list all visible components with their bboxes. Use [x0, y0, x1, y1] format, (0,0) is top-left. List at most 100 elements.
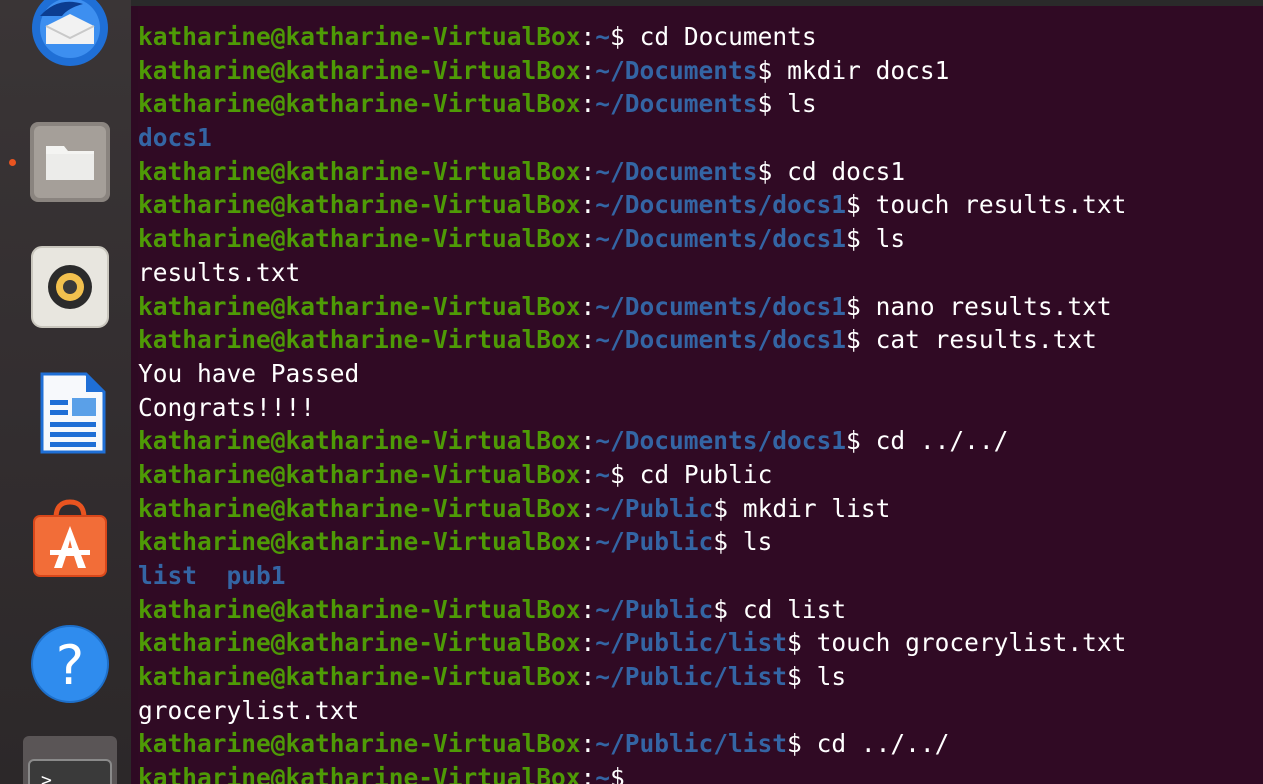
- terminal-output: katharine@katharine-VirtualBox:~$ cd Doc…: [138, 20, 1263, 784]
- prompt-path: ~: [595, 763, 611, 784]
- terminal-line: katharine@katharine-VirtualBox:~/Documen…: [138, 424, 1263, 458]
- prompt-colon: :: [580, 493, 596, 523]
- prompt-user: katharine@katharine-VirtualBox: [138, 55, 581, 85]
- command-text: ls: [875, 224, 906, 254]
- prompt-path: ~: [595, 459, 611, 489]
- dock-item-files[interactable]: [28, 120, 112, 204]
- prompt-path: ~/Documents: [595, 55, 758, 85]
- prompt-colon: :: [580, 325, 596, 355]
- command-text: touch grocerylist.txt: [816, 628, 1127, 658]
- shopping-bag-icon: [33, 499, 107, 577]
- dock-item-thunderbird[interactable]: [28, 0, 112, 70]
- prompt-symbol: $: [610, 22, 640, 51]
- prompt-path: ~: [595, 22, 611, 51]
- prompt-symbol: $: [846, 224, 876, 254]
- command-text: cd docs1: [787, 156, 906, 186]
- terminal-glyph: >: [41, 770, 52, 784]
- terminal-line: katharine@katharine-VirtualBox:~/Documen…: [138, 188, 1263, 222]
- prompt-colon: :: [580, 156, 596, 186]
- prompt-path: ~/Public/list: [595, 628, 788, 658]
- terminal-line: katharine@katharine-VirtualBox:~/Documen…: [138, 290, 1263, 324]
- help-glyph: ?: [56, 634, 85, 697]
- prompt-symbol: $: [610, 459, 640, 489]
- command-text: cat results.txt: [875, 325, 1097, 355]
- prompt-symbol: $: [787, 628, 817, 658]
- prompt-user: katharine@katharine-VirtualBox: [138, 527, 581, 557]
- prompt-colon: :: [580, 459, 596, 489]
- prompt-path: ~/Public/list: [595, 662, 788, 692]
- prompt-path: ~/Documents/docs1: [595, 190, 847, 220]
- terminal-line: katharine@katharine-VirtualBox:~/Public$…: [138, 525, 1263, 559]
- dock-item-software[interactable]: [28, 496, 112, 580]
- prompt-user: katharine@katharine-VirtualBox: [138, 594, 581, 624]
- prompt-user: katharine@katharine-VirtualBox: [138, 224, 581, 254]
- prompt-colon: :: [580, 594, 596, 624]
- command-output: results.txt: [138, 257, 301, 287]
- terminal-line: katharine@katharine-VirtualBox:~/Documen…: [138, 87, 1263, 121]
- prompt-symbol: $: [757, 156, 788, 186]
- prompt-user: katharine@katharine-VirtualBox: [138, 763, 581, 784]
- terminal-line: katharine@katharine-VirtualBox:~/Documen…: [138, 54, 1263, 88]
- prompt-user: katharine@katharine-VirtualBox: [138, 729, 581, 759]
- dock-item-writer[interactable]: [28, 370, 112, 454]
- terminal-window[interactable]: katharine@katharine-VirtualBox:~$ cd Doc…: [138, 6, 1263, 784]
- prompt-symbol: $: [846, 291, 876, 321]
- prompt-colon: :: [580, 527, 596, 557]
- terminal-line: docs1: [138, 121, 1263, 155]
- command-text: mkdir list: [742, 493, 891, 523]
- speaker-icon: [31, 246, 109, 328]
- prompt-colon: :: [580, 662, 596, 692]
- command-text: ls: [816, 662, 847, 692]
- prompt-path: ~/Public: [595, 527, 714, 557]
- directory-listing: docs1: [138, 123, 212, 153]
- prompt-path: ~/Documents/docs1: [595, 325, 847, 355]
- command-text: nano results.txt: [875, 291, 1112, 321]
- prompt-colon: :: [580, 763, 596, 784]
- terminal-line: katharine@katharine-VirtualBox:~/Documen…: [138, 222, 1263, 256]
- command-text: cd Public: [639, 459, 773, 489]
- prompt-colon: :: [580, 55, 596, 85]
- prompt-user: katharine@katharine-VirtualBox: [138, 190, 581, 220]
- mail-bird-icon: [32, 0, 108, 66]
- command-output: You have Passed: [138, 358, 360, 388]
- prompt-user: katharine@katharine-VirtualBox: [138, 325, 581, 355]
- command-text: mkdir docs1: [787, 55, 950, 85]
- prompt-path: ~/Public: [595, 493, 714, 523]
- command-text: cd list: [742, 594, 847, 624]
- prompt-symbol: $: [846, 426, 876, 456]
- terminal-line: katharine@katharine-VirtualBox:~/Public/…: [138, 626, 1263, 660]
- dock: ? >: [0, 0, 131, 784]
- terminal-line: Congrats!!!!: [138, 391, 1263, 425]
- prompt-path: ~/Documents: [595, 89, 758, 119]
- prompt-colon: :: [580, 89, 596, 119]
- command-output: grocerylist.txt: [138, 695, 360, 725]
- dock-item-terminal[interactable]: >: [23, 736, 117, 784]
- terminal-line: katharine@katharine-VirtualBox:~$ cd Pub…: [138, 458, 1263, 492]
- command-output: Congrats!!!!: [138, 392, 316, 422]
- prompt-colon: :: [580, 190, 596, 220]
- prompt-colon: :: [580, 22, 596, 51]
- prompt-user: katharine@katharine-VirtualBox: [138, 493, 581, 523]
- prompt-colon: :: [580, 224, 596, 254]
- prompt-user: katharine@katharine-VirtualBox: [138, 459, 581, 489]
- prompt-user: katharine@katharine-VirtualBox: [138, 628, 581, 658]
- command-text: ls: [787, 89, 817, 119]
- prompt-colon: :: [580, 291, 596, 321]
- prompt-colon: :: [580, 628, 596, 658]
- prompt-symbol: $: [757, 89, 788, 119]
- question-mark-icon: ?: [31, 625, 109, 703]
- terminal-line: list pub1: [138, 559, 1263, 593]
- command-text: ls: [742, 527, 773, 557]
- prompt-user: katharine@katharine-VirtualBox: [138, 22, 581, 51]
- terminal-line: katharine@katharine-VirtualBox:~/Documen…: [138, 323, 1263, 357]
- dock-item-help[interactable]: ?: [28, 622, 112, 706]
- dock-item-rhythmbox[interactable]: [28, 245, 112, 329]
- prompt-path: ~/Documents: [595, 156, 758, 186]
- prompt-path: ~/Public/list: [595, 729, 788, 759]
- terminal-line: katharine@katharine-VirtualBox:~$ cd Doc…: [138, 20, 1263, 54]
- prompt-symbol: $: [713, 493, 743, 523]
- prompt-symbol: $: [787, 729, 817, 759]
- prompt-path: ~/Documents/docs1: [595, 291, 847, 321]
- command-text: cd ../../: [816, 729, 950, 759]
- prompt-path: ~/Documents/docs1: [595, 224, 847, 254]
